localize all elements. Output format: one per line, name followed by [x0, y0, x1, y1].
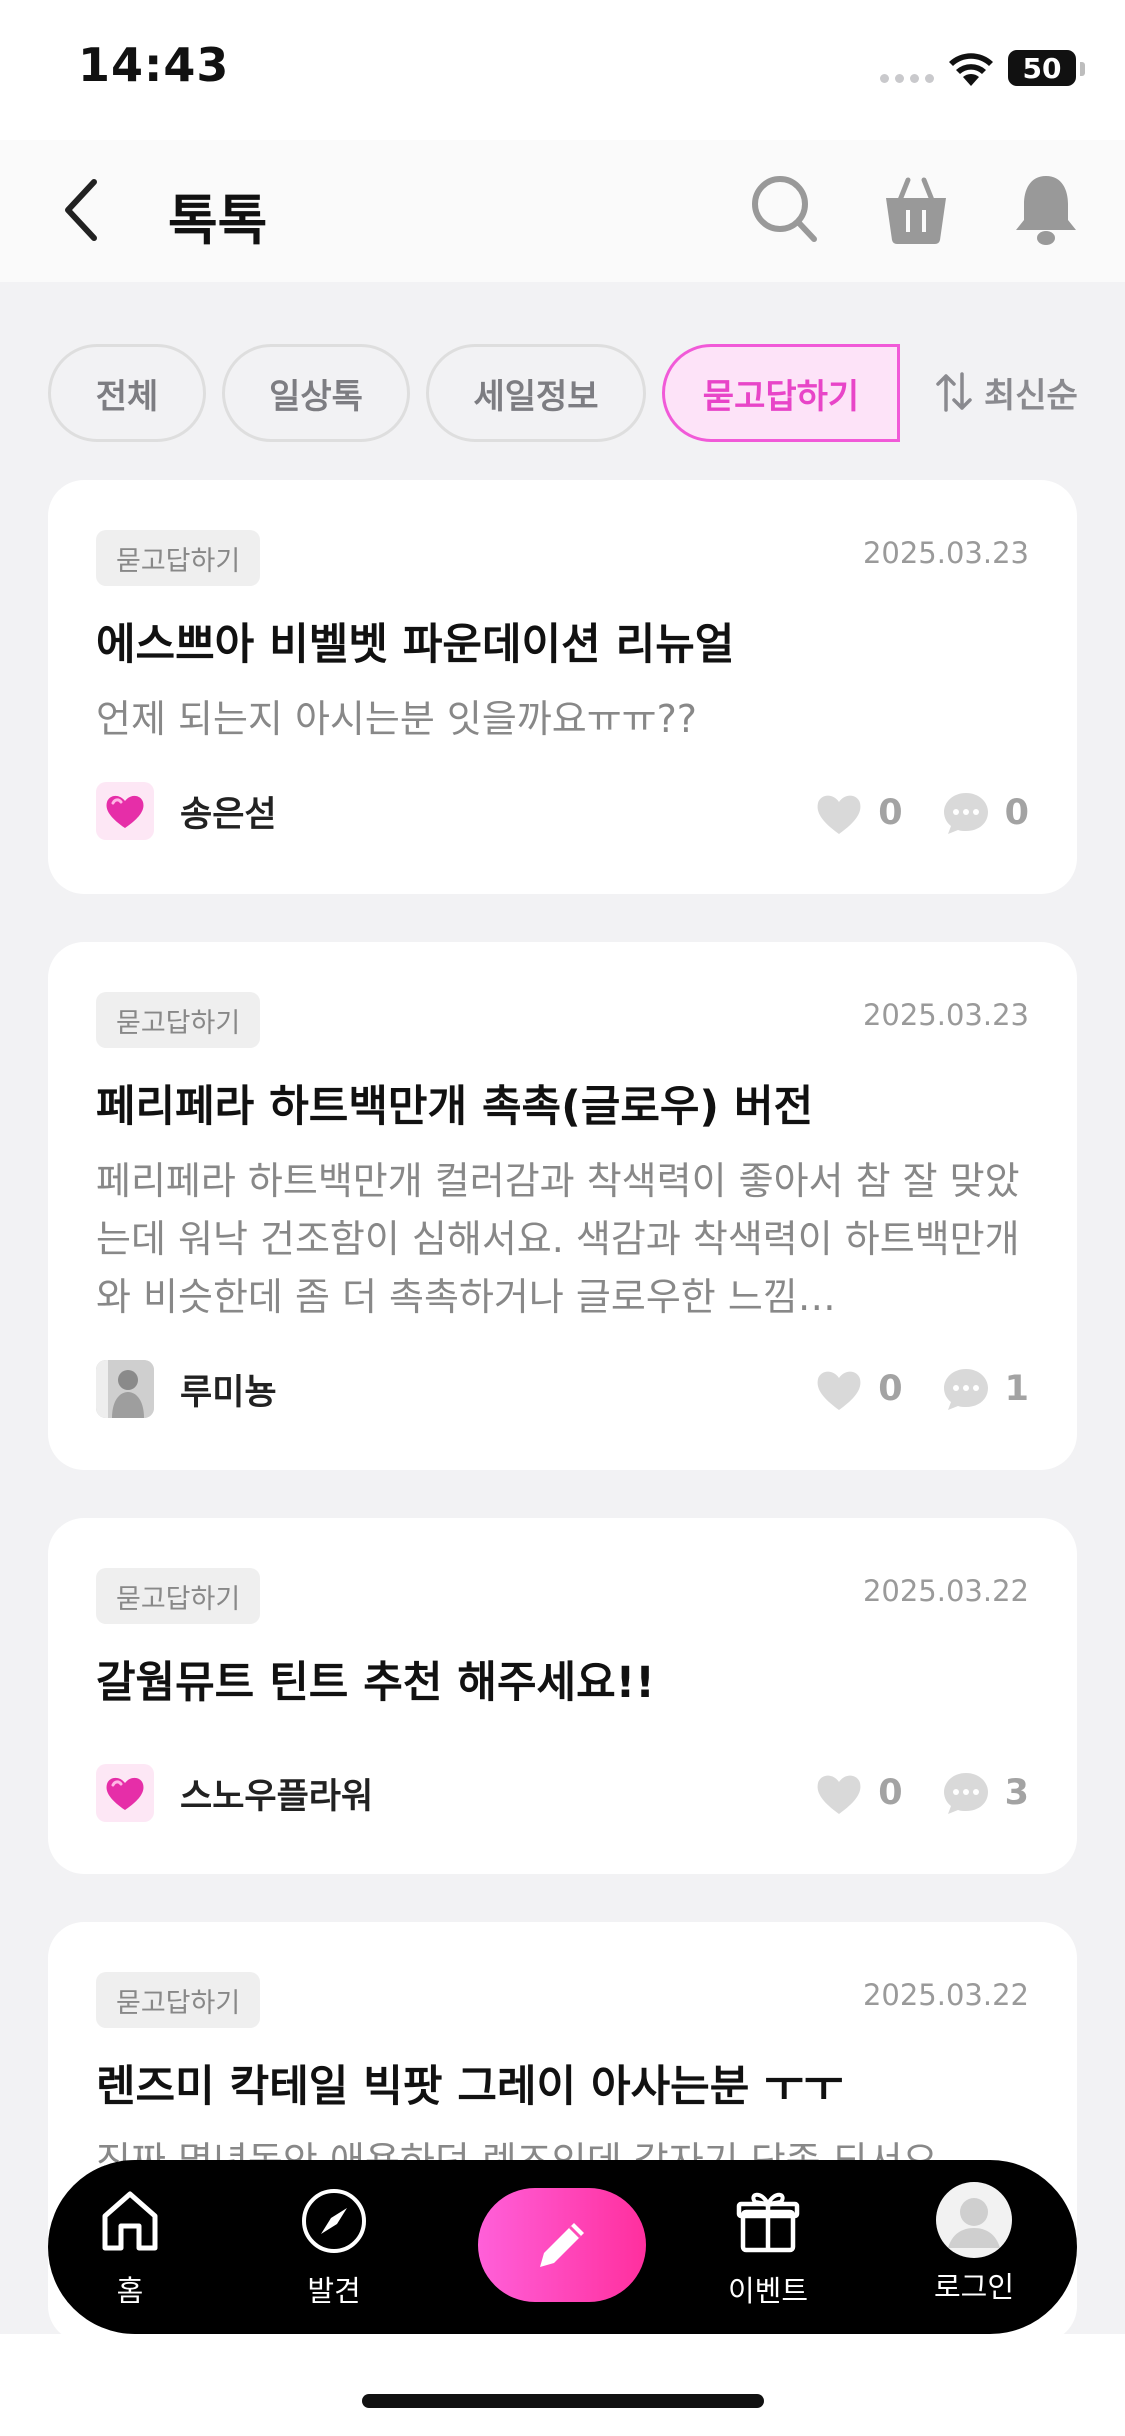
- back-icon[interactable]: [58, 170, 108, 250]
- compass-icon: [302, 2189, 366, 2253]
- page-title: 톡톡: [168, 189, 268, 252]
- filter-chip-daily[interactable]: 일상톡: [222, 344, 410, 442]
- nav-login-label: 로그인: [933, 2270, 1015, 2304]
- author-name: 루미뇽: [180, 1372, 277, 1413]
- post-card[interactable]: 묻고답하기 2025.03.22 갈웜뮤트 틴트 추천 해주세요!! 스노우플라…: [48, 1518, 1077, 1874]
- nav-discover-label: 발견: [307, 2274, 361, 2308]
- post-author[interactable]: 루미뇽: [96, 1360, 277, 1418]
- heart-avatar-icon: [106, 795, 144, 828]
- bottom-safe-area: [0, 2334, 1125, 2436]
- cart-icon[interactable]: [880, 170, 952, 248]
- post-date: 2025.03.23: [862, 998, 1029, 1032]
- home-indicator: [362, 2394, 764, 2408]
- heart-avatar-icon: [106, 1777, 144, 1810]
- post-author[interactable]: 송은섣: [96, 782, 277, 840]
- post-title: 갈웜뮤트 틴트 추천 해주세요!!: [96, 1658, 655, 1708]
- post-stats: 0 3: [814, 1770, 1029, 1816]
- post-date: 2025.03.22: [862, 1574, 1029, 1608]
- filter-chip-sale[interactable]: 세일정보: [426, 344, 646, 442]
- nav-home-label: 홈: [116, 2274, 144, 2308]
- profile-avatar-icon: [936, 2182, 1012, 2258]
- post-date: 2025.03.23: [862, 536, 1029, 570]
- heart-icon[interactable]: [814, 790, 864, 836]
- comment-icon[interactable]: [941, 790, 991, 836]
- post-stats: 0 0: [814, 790, 1029, 836]
- like-count: 0: [878, 1773, 903, 1813]
- heart-icon[interactable]: [814, 1770, 864, 1816]
- bell-icon[interactable]: [1010, 170, 1082, 248]
- category-badge: 묻고답하기: [96, 530, 261, 586]
- post-stats: 0 1: [814, 1366, 1029, 1412]
- battery-tip: [1080, 62, 1085, 76]
- post-card[interactable]: 묻고답하기 2025.03.23 페리페라 하트백만개 촉촉(글로우) 버전 페…: [48, 942, 1077, 1470]
- status-bar: 14:43 50: [0, 0, 1125, 140]
- post-title: 에스쁘아 비벨벳 파운데이션 리뉴얼: [96, 620, 735, 670]
- sort-button[interactable]: 최신순: [934, 362, 1078, 422]
- nav-discover[interactable]: 발견: [264, 2186, 404, 2310]
- author-name: 스노우플라워: [180, 1776, 374, 1817]
- search-icon[interactable]: [748, 168, 820, 248]
- sort-label: 최신순: [984, 375, 1078, 416]
- signal-icon: [880, 74, 934, 83]
- photo-avatar-icon: [96, 1360, 154, 1418]
- app-header: 톡톡: [0, 140, 1125, 282]
- nav-login[interactable]: 로그인: [904, 2182, 1044, 2306]
- post-title: 페리페라 하트백만개 촉촉(글로우) 버전: [96, 1082, 814, 1132]
- nav-event-label: 이벤트: [727, 2274, 809, 2308]
- filter-chip-all[interactable]: 전체: [48, 344, 206, 442]
- heart-icon[interactable]: [814, 1366, 864, 1412]
- post-card[interactable]: 묻고답하기 2025.03.23 에스쁘아 비벨벳 파운데이션 리뉴얼 언제 되…: [48, 480, 1077, 894]
- avatar: [96, 1764, 154, 1822]
- gift-icon: [736, 2192, 800, 2253]
- battery-icon: 50: [1008, 50, 1076, 86]
- write-button[interactable]: [478, 2188, 646, 2302]
- comment-count: 1: [1004, 1369, 1029, 1409]
- post-author[interactable]: 스노우플라워: [96, 1764, 373, 1822]
- author-name: 송은섣: [180, 794, 277, 835]
- like-count: 0: [878, 1369, 903, 1409]
- like-count: 0: [878, 793, 903, 833]
- post-body: 페리페라 하트백만개 컬러감과 착색력이 좋아서 참 잘 맞았는데 워낙 건조함…: [96, 1159, 1020, 1319]
- nav-event[interactable]: 이벤트: [698, 2186, 838, 2310]
- comment-icon[interactable]: [941, 1770, 991, 1816]
- category-badge: 묻고답하기: [96, 992, 261, 1048]
- post-title: 렌즈미 칵테일 빅팟 그레이 아사는분 ㅜㅜ: [96, 2062, 844, 2112]
- home-icon: [102, 2191, 158, 2251]
- post-body: 언제 되는지 아시는분 잇을까요ㅠㅠ??: [96, 697, 697, 741]
- status-time: 14:43: [78, 38, 230, 92]
- avatar: [96, 1360, 154, 1418]
- sort-icon: [936, 372, 972, 412]
- comment-icon[interactable]: [941, 1366, 991, 1412]
- category-badge: 묻고답하기: [96, 1972, 261, 2028]
- comment-count: 3: [1004, 1773, 1029, 1813]
- wifi-icon: [949, 53, 993, 86]
- pencil-icon: [540, 2223, 584, 2267]
- avatar: [96, 782, 154, 840]
- bottom-nav: 홈 발견 이벤트 로그인: [48, 2160, 1077, 2334]
- category-badge: 묻고답하기: [96, 1568, 261, 1624]
- filter-chip-qna[interactable]: 묻고답하기: [662, 344, 900, 442]
- comment-count: 0: [1004, 793, 1029, 833]
- post-date: 2025.03.22: [862, 1978, 1029, 2012]
- nav-home[interactable]: 홈: [60, 2186, 200, 2310]
